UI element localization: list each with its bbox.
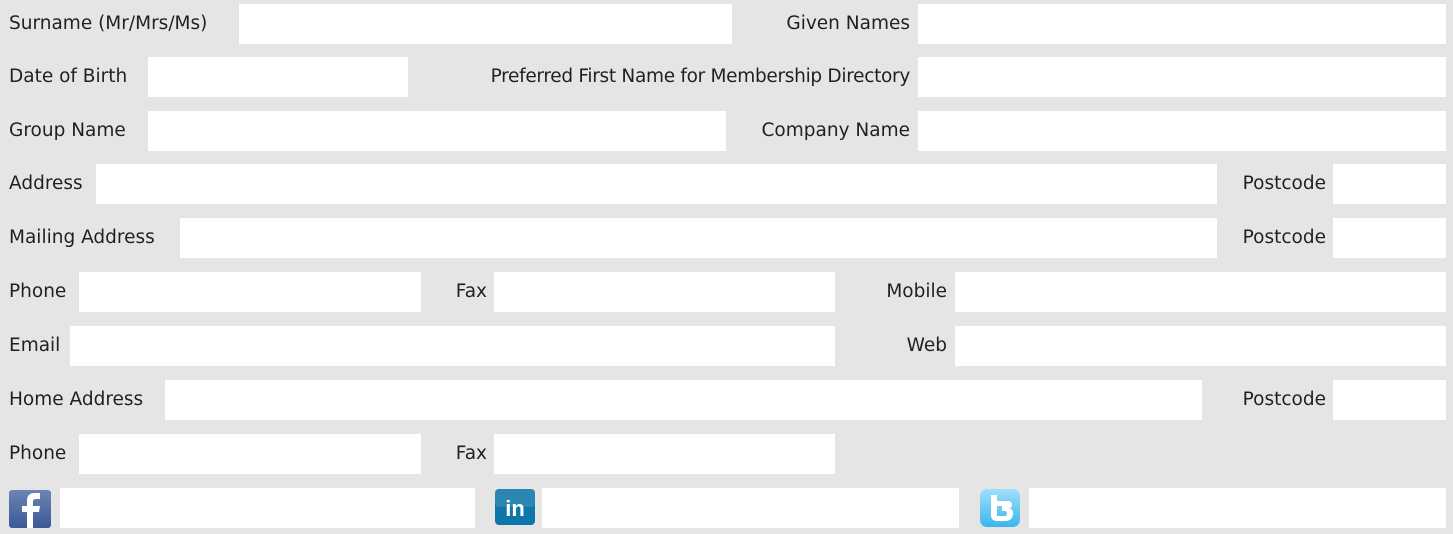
row-date-of-birth: Date of Birth Preferred First Name for M… bbox=[0, 57, 1453, 97]
facebook-icon bbox=[9, 490, 51, 528]
mobile-label: Mobile bbox=[886, 281, 947, 302]
address-postcode-label: Postcode bbox=[1242, 173, 1326, 194]
surname-field[interactable] bbox=[239, 4, 732, 44]
date-of-birth-label: Date of Birth bbox=[9, 66, 128, 87]
linkedin-field[interactable] bbox=[542, 488, 959, 528]
home-postcode-field[interactable] bbox=[1333, 380, 1446, 420]
preferred-name-field[interactable] bbox=[918, 57, 1446, 97]
mailing-postcode-field[interactable] bbox=[1333, 218, 1446, 258]
home-fax-label: Fax bbox=[455, 443, 487, 464]
web-label: Web bbox=[906, 335, 947, 356]
surname-label: Surname (Mr/Mrs/Ms) bbox=[9, 13, 208, 34]
given-names-field[interactable] bbox=[918, 4, 1446, 44]
linkedin-icon: in bbox=[495, 489, 535, 525]
address-postcode-field[interactable] bbox=[1333, 164, 1446, 204]
phone-label: Phone bbox=[9, 281, 67, 302]
row-phone: Phone Fax Mobile bbox=[0, 272, 1453, 312]
group-name-field[interactable] bbox=[148, 111, 726, 151]
row-group-name: Group Name Company Name bbox=[0, 111, 1453, 151]
address-field[interactable] bbox=[96, 164, 1217, 204]
date-of-birth-field[interactable] bbox=[148, 57, 408, 97]
email-field[interactable] bbox=[70, 326, 835, 366]
twitter-field[interactable] bbox=[1029, 488, 1446, 528]
row-mailing-address: Mailing Address Postcode bbox=[0, 218, 1453, 258]
facebook-field[interactable] bbox=[60, 488, 475, 528]
email-label: Email bbox=[9, 335, 61, 356]
mailing-address-label: Mailing Address bbox=[9, 227, 155, 248]
home-address-field[interactable] bbox=[165, 380, 1202, 420]
address-label: Address bbox=[9, 173, 83, 194]
row-surname: Surname (Mr/Mrs/Ms) Given Names bbox=[0, 4, 1453, 44]
row-address: Address Postcode bbox=[0, 164, 1453, 204]
home-phone-field[interactable] bbox=[79, 434, 421, 474]
linkedin-icon-text: in bbox=[505, 496, 525, 521]
row-home-address: Home Address Postcode bbox=[0, 380, 1453, 420]
company-name-field[interactable] bbox=[918, 111, 1446, 151]
fax-field[interactable] bbox=[494, 272, 835, 312]
given-names-label: Given Names bbox=[786, 13, 910, 34]
mailing-address-field[interactable] bbox=[180, 218, 1217, 258]
preferred-name-label: Preferred First Name for Membership Dire… bbox=[490, 66, 911, 87]
mailing-postcode-label: Postcode bbox=[1242, 227, 1326, 248]
fax-label: Fax bbox=[455, 281, 487, 302]
group-name-label: Group Name bbox=[9, 120, 126, 141]
home-phone-label: Phone bbox=[9, 443, 67, 464]
company-name-label: Company Name bbox=[761, 120, 910, 141]
mobile-field[interactable] bbox=[955, 272, 1446, 312]
home-address-label: Home Address bbox=[9, 389, 144, 410]
twitter-icon bbox=[980, 489, 1020, 527]
row-email: Email Web bbox=[0, 326, 1453, 366]
home-postcode-label: Postcode bbox=[1242, 389, 1326, 410]
web-field[interactable] bbox=[955, 326, 1446, 366]
row-social: in bbox=[0, 488, 1453, 528]
row-home-phone: Phone Fax bbox=[0, 434, 1453, 474]
phone-field[interactable] bbox=[79, 272, 421, 312]
home-fax-field[interactable] bbox=[494, 434, 835, 474]
